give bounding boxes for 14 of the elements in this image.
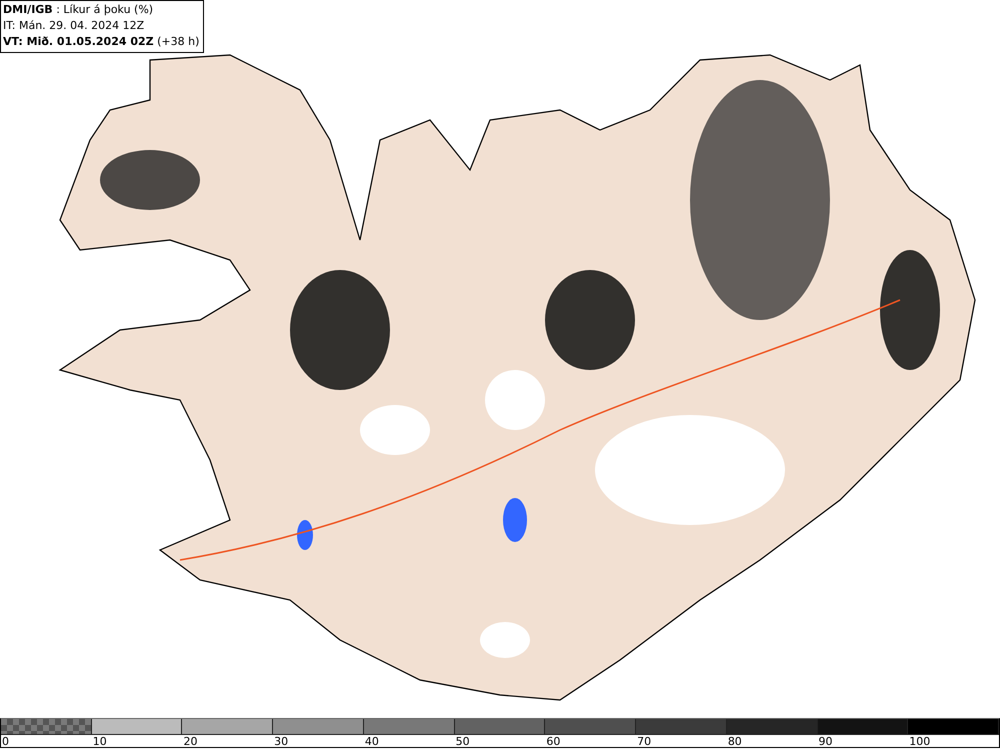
legend-label: 0 [1, 735, 9, 749]
legend-label: 80 [726, 735, 742, 749]
legend-label: 70 [636, 735, 652, 749]
legend-label: 10 [92, 735, 107, 749]
legend-label: 30 [273, 735, 288, 749]
legend-label: 60 [545, 735, 560, 749]
info-line: DMI/IGB : Líkur á þoku (%) [3, 2, 154, 18]
info-line: IT: Mán. 29. 04. 2024 12Z [3, 18, 146, 34]
legend-label: 20 [182, 735, 198, 749]
legend-label: 40 [364, 735, 379, 749]
legend-label: 100 [908, 735, 930, 749]
legend-label: 50 [454, 735, 470, 749]
info-line: VT: Mið. 01.05.2024 02Z (+38 h) [3, 34, 200, 50]
legend-label: 90 [818, 735, 833, 749]
